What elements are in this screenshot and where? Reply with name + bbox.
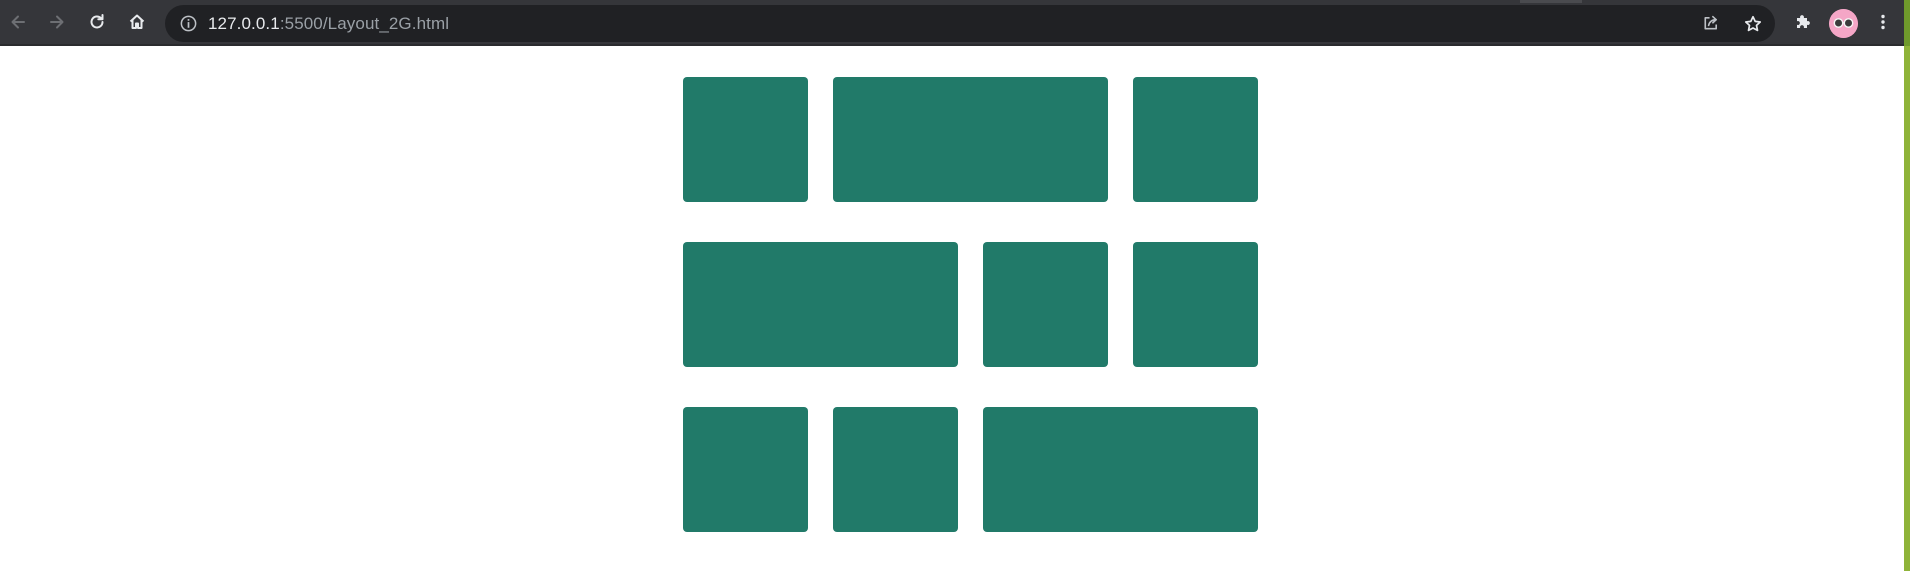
tab-strip-edge [1520,0,1582,3]
address-bar[interactable]: 127.0.0.1:5500/Layout_2G.html [165,5,1775,42]
forward-button[interactable] [42,7,72,37]
page-content [0,47,1904,571]
window-edge-accent-top [1904,0,1910,46]
star-icon [1744,15,1761,31]
layout-box-r2-2 [983,242,1108,367]
layout-box-r1-3 [1133,77,1258,202]
layout-box-r3-1 [683,407,808,532]
kebab-menu-icon [1881,14,1885,30]
profile-avatar[interactable] [1829,9,1858,38]
forward-arrow-icon [50,15,64,29]
window-edge-accent [1904,0,1910,571]
browser-toolbar: 127.0.0.1:5500/Layout_2G.html [0,0,1910,46]
menu-button[interactable] [1868,7,1898,37]
url-path: :5500/Layout_2G.html [279,14,450,33]
layout-box-r3-2 [833,407,958,532]
share-icon [1704,15,1718,30]
home-button[interactable] [122,7,152,37]
layout-box-r1-2 [833,77,1108,202]
bookmark-button[interactable] [1738,9,1767,38]
box-grid [683,77,1258,532]
extensions-button[interactable] [1788,7,1818,37]
url-host: 127.0.0.1 [208,14,280,33]
info-icon[interactable] [179,14,198,33]
glasses-avatar-icon [1829,9,1858,38]
layout-box-r2-1 [683,242,958,367]
puzzle-icon [1797,15,1810,28]
back-arrow-icon [11,15,25,29]
back-button[interactable] [3,7,33,37]
reload-button[interactable] [82,7,112,37]
layout-box-r3-3 [983,407,1258,532]
home-icon [129,14,145,29]
share-button[interactable] [1696,9,1725,38]
layout-box-r2-3 [1133,242,1258,367]
url-text[interactable]: 127.0.0.1:5500/Layout_2G.html [208,5,449,42]
reload-icon [90,14,104,29]
layout-box-r1-1 [683,77,808,202]
